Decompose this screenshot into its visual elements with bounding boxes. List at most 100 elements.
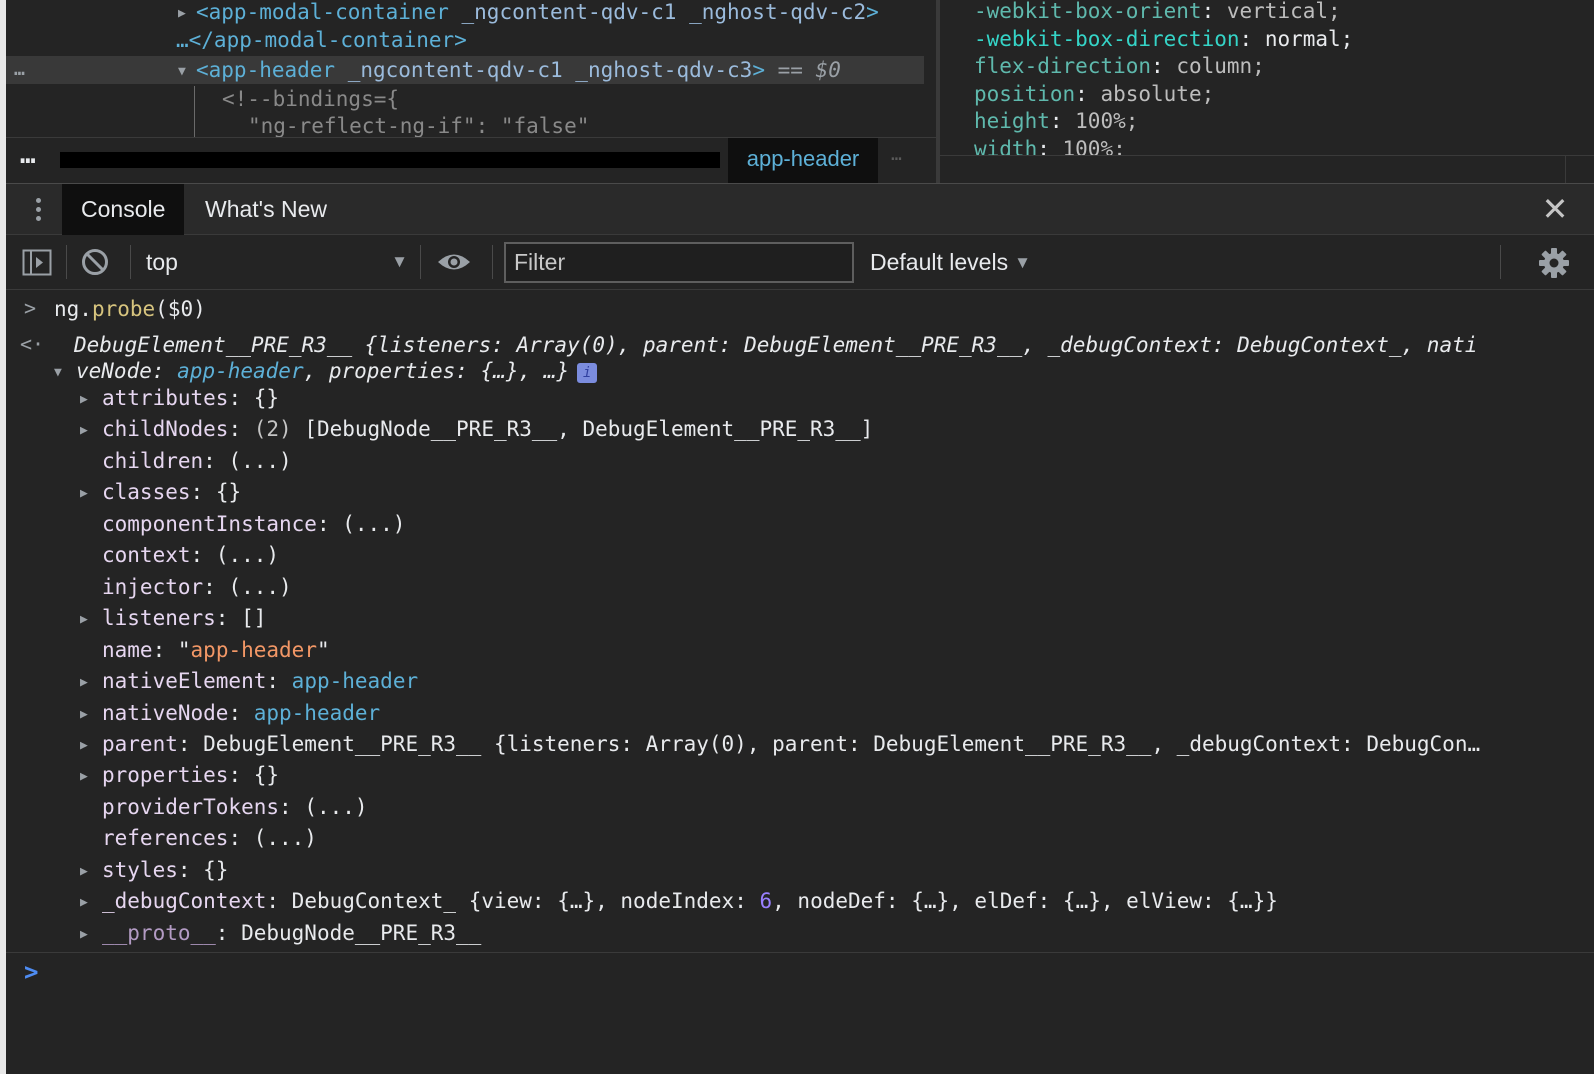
css-property-value[interactable]: vertical [1227, 0, 1328, 23]
css-property-name[interactable]: -webkit-box-direction [974, 27, 1240, 51]
object-property-row[interactable]: ▶ nativeNode: app-header [80, 699, 380, 729]
object-property-row[interactable]: ▶ styles: {} [80, 856, 228, 886]
show-sidebar-icon[interactable] [22, 249, 52, 276]
object-property-row[interactable]: ▶ childNodes: (2) [DebugNode__PRE_R3__, D… [80, 415, 873, 445]
context-value: top [146, 249, 178, 275]
tab-whats-new[interactable]: What's New [186, 184, 346, 235]
row-actions-icon[interactable]: … [14, 56, 25, 84]
css-property-value[interactable]: normal [1265, 27, 1341, 51]
expand-triangle-icon[interactable]: ▶ [80, 386, 102, 414]
expand-triangle-icon[interactable]: ▶ [80, 921, 102, 949]
clear-console-icon[interactable] [80, 247, 110, 277]
property-value: (...) [253, 826, 317, 851]
tab-console[interactable]: Console [62, 184, 185, 235]
object-property-row[interactable]: ▶ classes: {} [80, 478, 241, 508]
css-property-name[interactable]: height [974, 109, 1050, 133]
input-echo-chevron-icon: > [24, 296, 37, 320]
css-property-value[interactable]: column [1176, 54, 1252, 78]
css-declaration[interactable]: position: absolute; [974, 81, 1214, 109]
css-property-name[interactable]: width [974, 137, 1037, 156]
css-property-value[interactable]: 100% [1075, 109, 1126, 133]
javascript-context-select[interactable]: top ▼ [146, 245, 416, 279]
property-value: {listeners: Array(0), parent: DebugEleme… [493, 731, 1481, 756]
expand-triangle-icon[interactable]: ▶ [80, 732, 102, 760]
object-property-row[interactable]: references: (...) [80, 824, 317, 852]
filter-input[interactable] [504, 242, 854, 283]
expand-triangle-icon[interactable]: ▶ [80, 480, 102, 508]
breadcrumb-more-icon[interactable]: … [891, 144, 902, 165]
log-levels-dropdown[interactable]: Default levels ▼ [870, 245, 1031, 279]
object-property-row[interactable]: ▶ attributes: {} [80, 384, 279, 414]
css-declaration[interactable]: -webkit-box-direction: normal; [974, 26, 1353, 54]
css-declaration[interactable]: -webkit-box-orient: vertical; [974, 0, 1341, 26]
expand-triangle-icon[interactable]: ▶ [80, 858, 102, 886]
property-type: DebugElement__PRE_R3__ [203, 731, 494, 756]
dropdown-arrow-icon: ▼ [1014, 253, 1031, 272]
object-property-row[interactable]: ▶ nativeElement: app-header [80, 667, 418, 697]
expand-triangle-icon[interactable]: ▶ [80, 763, 102, 791]
dom-comment-binding-value[interactable]: "ng-reflect-ng-if": "false" [248, 112, 589, 137]
property-key: nativeElement [102, 669, 267, 694]
object-property-row[interactable]: injector: (...) [80, 573, 292, 601]
live-expression-eye-icon[interactable] [436, 247, 472, 277]
dom-node-closing-tag[interactable]: …</app-modal-container> [176, 26, 467, 54]
property-key: references [102, 826, 229, 851]
dom-node-app-header[interactable]: ▼ <app-header _ngcontent-qdv-c1 _nghost-q… [178, 56, 841, 86]
expand-triangle-icon[interactable]: ▶ [80, 701, 102, 729]
expand-triangle-icon[interactable]: ▶ [178, 0, 196, 28]
breadcrumb-item-app-header[interactable]: app-header [728, 138, 878, 183]
collapse-triangle-icon[interactable]: ▼ [54, 359, 76, 387]
info-icon[interactable]: i [577, 363, 598, 383]
property-value: , nodeDef: {…}, elDef: {…}, elView: {…}} [772, 889, 1278, 914]
console-input-prompt-icon[interactable]: > [24, 958, 38, 986]
property-key: nativeNode [102, 700, 229, 725]
expand-triangle-icon[interactable]: ▶ [80, 417, 102, 445]
console-output[interactable]: > ng.probe($0) <· DebugElement__PRE_R3__… [6, 290, 1594, 1074]
result-summary-line1[interactable]: DebugElement__PRE_R3__ {listeners: Array… [74, 331, 1477, 359]
css-property-name[interactable]: -webkit-box-orient [974, 0, 1202, 23]
object-property-row[interactable]: ▶ properties: {} [80, 761, 279, 791]
property-key: parent [102, 731, 178, 756]
css-declaration[interactable]: width: 100%; [974, 136, 1126, 156]
property-type: (2) [253, 417, 305, 442]
close-drawer-icon[interactable]: ✕ [1540, 192, 1570, 226]
object-property-row[interactable]: context: (...) [80, 541, 279, 569]
more-tools-kebab-icon[interactable] [28, 196, 48, 224]
property-type: DebugContext_ [291, 889, 469, 914]
object-property-row[interactable]: ▶ listeners: [] [80, 604, 266, 634]
property-value: {view: {…}, nodeIndex: [468, 889, 760, 914]
property-value: {} [253, 763, 280, 788]
css-declaration[interactable]: flex-direction: column; [974, 53, 1265, 81]
object-property-row[interactable]: componentInstance: (...) [80, 510, 405, 538]
object-property-row[interactable]: children: (...) [80, 447, 292, 475]
elements-dom-tree[interactable]: … ▶ <app-modal-container _ngcontent-qdv-c… [6, 0, 924, 137]
object-property-row[interactable]: name: "app-header" [80, 636, 330, 664]
expand-triangle-icon[interactable]: ▶ [80, 889, 102, 917]
object-property-row[interactable]: ▶ _debugContext: DebugContext_ {view: {…}… [80, 887, 1278, 917]
object-property-row[interactable]: providerTokens: (...) [80, 793, 368, 821]
css-declaration[interactable]: height: 100%; [974, 108, 1138, 136]
console-settings-gear-icon[interactable] [1538, 247, 1570, 279]
result-summary-line2[interactable]: ▼ veNode: app-header, properties: {…}, …}… [54, 357, 598, 387]
css-property-value[interactable]: absolute [1100, 82, 1201, 106]
property-key: classes [102, 480, 191, 505]
console-command[interactable]: ng.probe($0) [54, 295, 206, 323]
breadcrumb-overflow-icon[interactable]: … [20, 140, 36, 170]
dom-comment-bindings[interactable]: <!--bindings={ [222, 85, 399, 113]
expand-triangle-icon[interactable]: ▶ [80, 669, 102, 697]
expand-triangle-icon[interactable]: ▶ [80, 606, 102, 634]
property-node-value: app-header [291, 669, 419, 694]
console-toolbar: top ▼ Default levels ▼ [6, 235, 1594, 290]
css-property-name[interactable]: flex-direction [974, 54, 1151, 78]
toolbar-separator [420, 245, 421, 279]
css-property-name[interactable]: position [974, 82, 1075, 106]
collapse-triangle-icon[interactable]: ▼ [178, 58, 196, 86]
css-property-value[interactable]: 100% [1063, 137, 1114, 156]
property-key: providerTokens [102, 794, 280, 819]
property-value: {} [203, 857, 229, 882]
object-property-row[interactable]: ▶ parent: DebugElement__PRE_R3__ {listene… [80, 730, 1480, 760]
dom-node-modal-container[interactable]: ▶ <app-modal-container _ngcontent-qdv-c1 … [178, 0, 879, 28]
object-property-row[interactable]: ▶ __proto__: DebugNode__PRE_R3__ [80, 919, 481, 949]
property-value: (...) [215, 543, 280, 568]
property-value: (...) [304, 794, 368, 819]
